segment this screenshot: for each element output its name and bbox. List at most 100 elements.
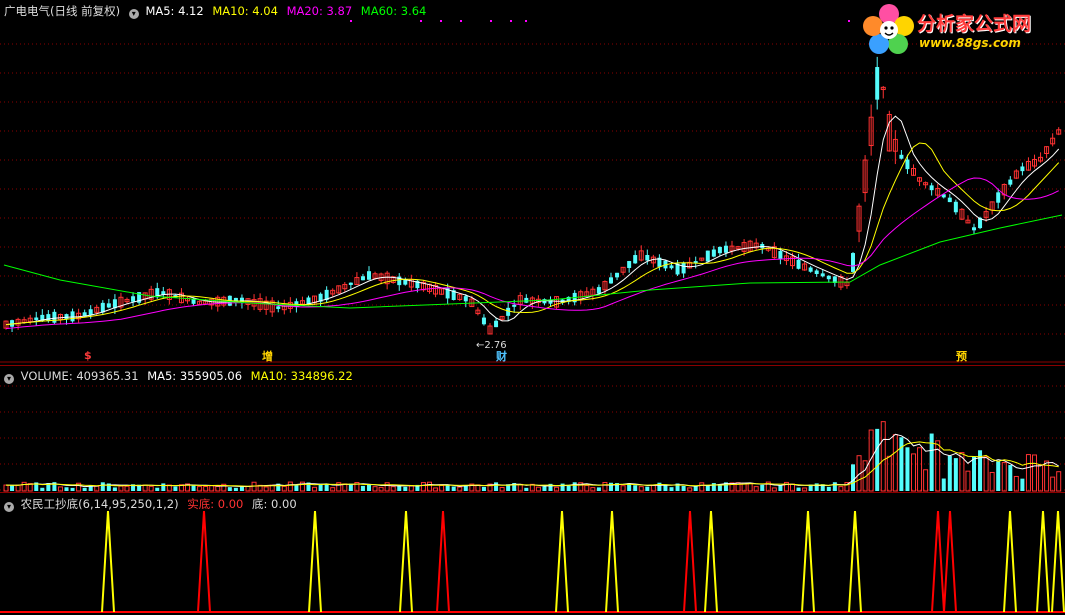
candle-body: [723, 245, 728, 253]
volume-bar: [239, 486, 244, 491]
candle-body: [814, 270, 819, 274]
volume-bar: [983, 456, 989, 492]
candle-body: [131, 296, 136, 302]
candle-body: [88, 309, 93, 315]
volume-panel[interactable]: ▾ VOLUME: 409365.31 MA5: 355905.06 MA10:…: [0, 365, 1065, 493]
volume-bar: [390, 486, 396, 492]
volume-bar: [645, 486, 650, 491]
volume-bar: [10, 485, 15, 491]
volume-bar: [681, 485, 686, 491]
increase-marker[interactable]: 增: [262, 348, 273, 364]
volume-bar: [771, 487, 777, 492]
candle-body: [996, 192, 1001, 203]
volume-bar: [935, 440, 941, 492]
volume-bar: [832, 482, 837, 491]
candle-body: [596, 287, 601, 294]
ma10-label: MA10: 4.04: [212, 4, 278, 18]
top-dot: [440, 20, 442, 22]
logo-name: 分析家公式网: [917, 13, 1032, 35]
candle-body: [524, 297, 529, 303]
chevron-down-icon[interactable]: ▾: [4, 502, 14, 512]
candle-body: [46, 314, 51, 322]
candle-body: [820, 273, 825, 277]
volume-bar: [609, 482, 613, 491]
volume-bar: [100, 482, 105, 491]
bottom-signal-spike: [308, 510, 322, 613]
volume-bar: [82, 487, 87, 491]
volume-bar: [142, 484, 148, 492]
candle-body: [808, 267, 813, 272]
real-bottom-signal-spike: [197, 510, 211, 613]
volume-bar: [64, 487, 69, 491]
volume-bar: [457, 486, 463, 492]
volume-bar: [633, 485, 638, 491]
top-dot: [460, 20, 462, 22]
volume-bar: [173, 486, 178, 491]
bottom-signal-spike: [555, 510, 569, 613]
volume-bar: [1050, 476, 1056, 492]
real-bottom-signal-spike: [683, 510, 697, 613]
candle-body: [609, 277, 613, 284]
volume-bar: [294, 485, 299, 491]
volume-header: ▾ VOLUME: 409365.31 MA5: 355905.06 MA10:…: [4, 369, 358, 384]
bottom-signal-spike: [1003, 510, 1017, 613]
volume-bar: [687, 487, 693, 492]
candle-body: [947, 197, 952, 203]
volume-chart[interactable]: [0, 366, 1065, 493]
price-chart[interactable]: [0, 0, 1065, 365]
candle-body: [106, 303, 111, 308]
signal-header: ▾ 农民工抄底(6,14,95,250,1,2) 实底: 0.00 底: 0.0…: [4, 496, 302, 512]
volume-bar: [312, 486, 318, 492]
real-bottom-signal-spike: [943, 510, 957, 613]
volume-bar: [1001, 462, 1007, 492]
candle-body: [645, 254, 650, 261]
volume-bar: [880, 421, 886, 492]
volume-label: VOLUME: 409365.31: [20, 369, 139, 383]
volume-bar: [112, 487, 117, 491]
volume-bar: [403, 486, 408, 491]
real-bottom-label: 实底: 0.00: [187, 497, 244, 511]
low-price-label: ←2.76: [476, 340, 507, 351]
volume-bar: [760, 484, 765, 491]
price-panel[interactable]: 广电电气(日线 前复权) ▾ MA5: 4.12 MA10: 4.04 MA20…: [0, 0, 1065, 365]
flower-logo-icon: [863, 4, 914, 54]
bottom-signal-spike: [1051, 510, 1065, 613]
top-dot: [490, 20, 492, 22]
volume-bar: [693, 486, 698, 491]
volume-bar: [70, 487, 75, 491]
candle-body: [796, 259, 801, 269]
volume-bar: [560, 483, 565, 491]
candle-body: [633, 255, 638, 264]
candle-body: [972, 227, 976, 231]
candle-body: [494, 320, 499, 328]
ma20-label: MA20: 3.87: [286, 4, 353, 18]
top-dot: [420, 20, 422, 22]
candle-body: [367, 271, 371, 280]
candle-body: [717, 246, 722, 254]
top-dot: [525, 20, 527, 22]
site-logo: 分析家公式网 www.88gs.com: [862, 2, 1057, 54]
ma20-line: [5, 177, 1059, 330]
volume-bar: [711, 483, 716, 491]
candle-body: [905, 159, 910, 170]
forecast-marker[interactable]: 预: [956, 348, 967, 364]
volume-bar: [360, 485, 365, 491]
volume-bar: [875, 428, 880, 491]
logo-url: www.88gs.com: [919, 36, 1021, 50]
candle-body: [506, 307, 511, 316]
volume-bar: [596, 487, 601, 491]
volume-bar: [778, 485, 783, 491]
volume-bar: [155, 487, 160, 491]
volume-bar: [796, 487, 801, 491]
bottom-signal-spike: [848, 510, 862, 613]
bottom-signal-spike: [605, 510, 619, 613]
s-marker[interactable]: $: [84, 349, 92, 362]
volume-bar: [1025, 454, 1031, 492]
chevron-down-icon[interactable]: ▾: [128, 9, 139, 19]
volume-bar: [566, 485, 571, 491]
signal-panel[interactable]: ▾ 农民工抄底(6,14,95,250,1,2) 实底: 0.00 底: 0.0…: [0, 492, 1065, 615]
candle-body: [669, 265, 674, 269]
volume-bar: [972, 456, 976, 491]
volume-bar: [802, 487, 808, 492]
chevron-down-icon[interactable]: ▾: [4, 374, 14, 384]
